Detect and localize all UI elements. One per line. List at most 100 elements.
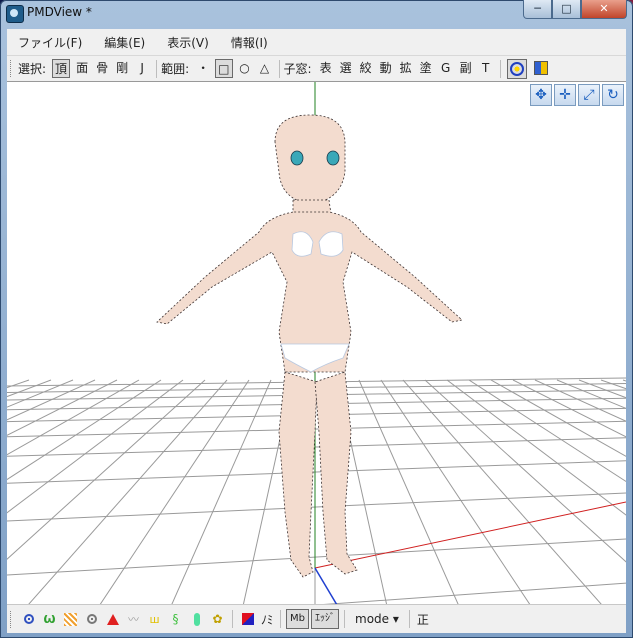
grid-line <box>402 379 603 605</box>
grid-line <box>309 582 626 605</box>
weight-display-toggle[interactable]: 〰 <box>125 611 142 628</box>
child-table-button[interactable]: 表 <box>318 59 334 78</box>
app-window: PMDView * ─ □ ✕ ファイル(F) 編集(E) 表示(V) 情報(I… <box>0 0 633 638</box>
zoom-view-button[interactable]: ⤢ <box>578 84 600 106</box>
select-joint-button[interactable]: J <box>134 59 150 78</box>
toolbar-separator <box>232 610 233 628</box>
color-select-button[interactable] <box>239 611 256 628</box>
rigid-display-toggle[interactable]: § <box>167 611 184 628</box>
orange-mesh-icon <box>64 612 77 626</box>
child-select-button[interactable]: 選 <box>338 59 354 78</box>
rotate-view-button[interactable]: ↻ <box>602 84 624 106</box>
child-move-button[interactable]: 動 <box>378 59 394 78</box>
material-display-toggle[interactable]: ✿ <box>209 611 226 628</box>
range-rect-button[interactable]: □ <box>215 59 233 78</box>
maximize-button[interactable]: □ <box>552 0 581 19</box>
grid-line <box>490 379 626 457</box>
grid-line <box>7 379 52 398</box>
circle-dot-icon <box>23 614 34 624</box>
client-area: ファイル(F) 編集(E) 表示(V) 情報(I) 選択: 頂 面 骨 剛 J … <box>7 29 626 633</box>
green-capsule-icon <box>193 612 200 626</box>
red-triangle-icon <box>106 613 119 625</box>
select-rigid-button[interactable]: 剛 <box>114 59 130 78</box>
edge-toggle-button[interactable]: ｴｯｼﾞ <box>311 609 339 629</box>
select-vertex-button[interactable]: 頂 <box>52 59 71 78</box>
md-toggle-button[interactable]: Mb <box>286 609 309 629</box>
pmdview-app-icon[interactable] <box>6 5 24 23</box>
chevron-down-icon: ▾ <box>392 612 399 626</box>
range-label: 範囲: <box>161 62 190 76</box>
grid-line <box>170 379 272 605</box>
face-display-toggle[interactable] <box>104 611 121 628</box>
rotate-icon: ↻ <box>607 87 619 103</box>
child-scale-button[interactable]: 拡 <box>398 59 414 78</box>
color-swatch-icon <box>241 613 254 625</box>
bone-display-toggle[interactable] <box>83 611 100 628</box>
menu-view[interactable]: 表示(V) <box>156 34 220 51</box>
normal-display-toggle[interactable]: Ѡ <box>41 611 58 628</box>
menu-edit[interactable]: 編集(E) <box>93 34 156 51</box>
yellow-spikes-icon: ш <box>149 612 160 626</box>
grid-line <box>27 379 228 605</box>
range-circle-button[interactable]: ○ <box>237 59 253 78</box>
bottom-toolbar: Ѡ 〰 ш § ✿ ﾉﾐ Mb ｴｯｼﾞ mode ▾ 正 <box>7 604 626 633</box>
grid-line <box>7 379 184 514</box>
gray-circle-icon <box>86 614 97 624</box>
window-controls: ─ □ ✕ <box>523 0 627 19</box>
move-view-button[interactable]: ✛ <box>554 84 576 106</box>
view-tools: ✥ ✛ ⤢ ↻ <box>530 84 624 106</box>
3d-viewport[interactable]: ✥ ✛ ⤢ ↻ <box>7 81 626 605</box>
green-spikes-icon: Ѡ <box>43 612 56 626</box>
target-view-button[interactable] <box>506 58 527 79</box>
toolbar-separator <box>344 610 345 628</box>
child-g-button[interactable]: G <box>438 59 454 78</box>
title-bar[interactable]: PMDView * ─ □ ✕ <box>0 0 633 28</box>
vertex-display-toggle[interactable] <box>20 611 37 628</box>
joint-display-toggle[interactable] <box>188 611 205 628</box>
mode-dropdown[interactable]: mode ▾ <box>355 612 399 626</box>
menu-bar: ファイル(F) 編集(E) 表示(V) 情報(I) <box>7 29 626 55</box>
toolbar-separator <box>156 59 158 78</box>
select-label: 選択: <box>18 62 47 76</box>
green-chain-icon: § <box>172 612 179 626</box>
front-view-button[interactable]: 正 <box>417 611 429 628</box>
grid-line <box>7 379 206 560</box>
toolbar-separator <box>408 610 410 628</box>
grid-line <box>99 379 250 605</box>
toolbar-separator <box>499 59 501 78</box>
grid-line <box>446 379 626 516</box>
x-axis-line <box>314 501 626 569</box>
toolbar-grip[interactable] <box>10 60 14 77</box>
viewport-scene <box>7 82 626 605</box>
noumi-button[interactable]: ﾉﾐ <box>261 611 273 628</box>
yellow-gear-icon: ✿ <box>212 612 223 626</box>
select-bone-button[interactable]: 骨 <box>94 59 110 78</box>
wireframe-display-toggle[interactable] <box>62 611 79 628</box>
child-window-label: 子窓: <box>283 62 312 76</box>
grid-line <box>556 379 626 409</box>
child-sub-button[interactable]: 副 <box>458 59 474 78</box>
child-filter-button[interactable]: 絞 <box>358 59 374 78</box>
z-axis-line <box>314 567 338 605</box>
pan-view-button[interactable]: ✥ <box>530 84 552 106</box>
menu-file[interactable]: ファイル(F) <box>7 34 93 51</box>
toolbar-grip[interactable] <box>10 610 14 628</box>
child-paint-button[interactable]: 塗 <box>418 59 434 78</box>
range-point-button[interactable]: ・ <box>195 59 211 78</box>
range-triangle-button[interactable]: △ <box>257 59 273 78</box>
child-t-button[interactable]: T <box>478 59 494 78</box>
quad-view-button[interactable] <box>531 59 551 79</box>
quad-view-icon <box>533 60 548 75</box>
yellow-display-toggle[interactable]: ш <box>146 611 163 628</box>
main-toolbar: 選択: 頂 面 骨 剛 J 範囲: ・ □ ○ △ 子窓: 表 選 絞 動 拡 … <box>7 55 626 82</box>
grid-line <box>600 379 626 390</box>
select-face-button[interactable]: 面 <box>74 59 90 78</box>
minimize-button[interactable]: ─ <box>523 0 552 19</box>
grid-line <box>578 379 626 399</box>
grid-line <box>7 420 626 438</box>
grid-line <box>7 492 626 522</box>
mode-label: mode <box>355 612 390 626</box>
close-button[interactable]: ✕ <box>581 0 627 19</box>
menu-info[interactable]: 情報(I) <box>220 34 279 51</box>
gray-wave-icon: 〰 <box>128 613 139 626</box>
